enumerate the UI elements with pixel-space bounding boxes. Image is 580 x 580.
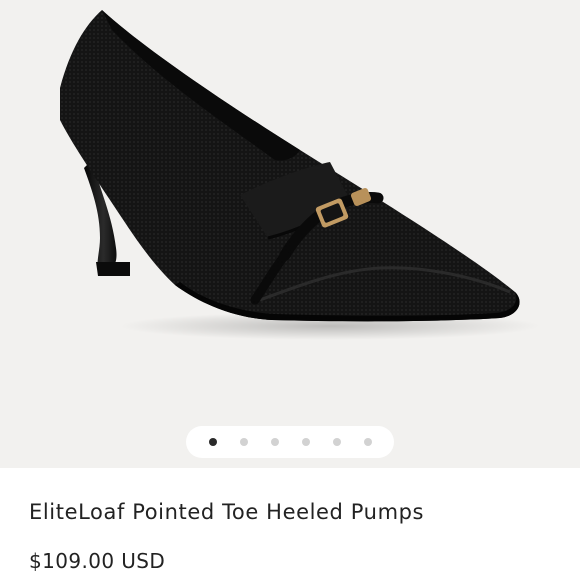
product-price: $109.00 USD [29, 549, 166, 573]
pagination-dot-6[interactable] [363, 438, 372, 446]
product-title: EliteLoaf Pointed Toe Heeled Pumps [29, 500, 425, 524]
product-page: EliteLoaf Pointed Toe Heeled Pumps $109.… [0, 0, 580, 580]
pagination-dot-3[interactable] [270, 438, 279, 446]
pagination-dot-4[interactable] [301, 438, 310, 446]
pagination-dot-1[interactable] [208, 438, 217, 446]
image-pagination [186, 426, 394, 458]
pagination-dot-2[interactable] [239, 438, 248, 446]
pagination-dot-5[interactable] [332, 438, 341, 446]
product-image-gallery[interactable] [0, 0, 580, 468]
pointed-toe-heeled-pump-image [60, 10, 540, 340]
